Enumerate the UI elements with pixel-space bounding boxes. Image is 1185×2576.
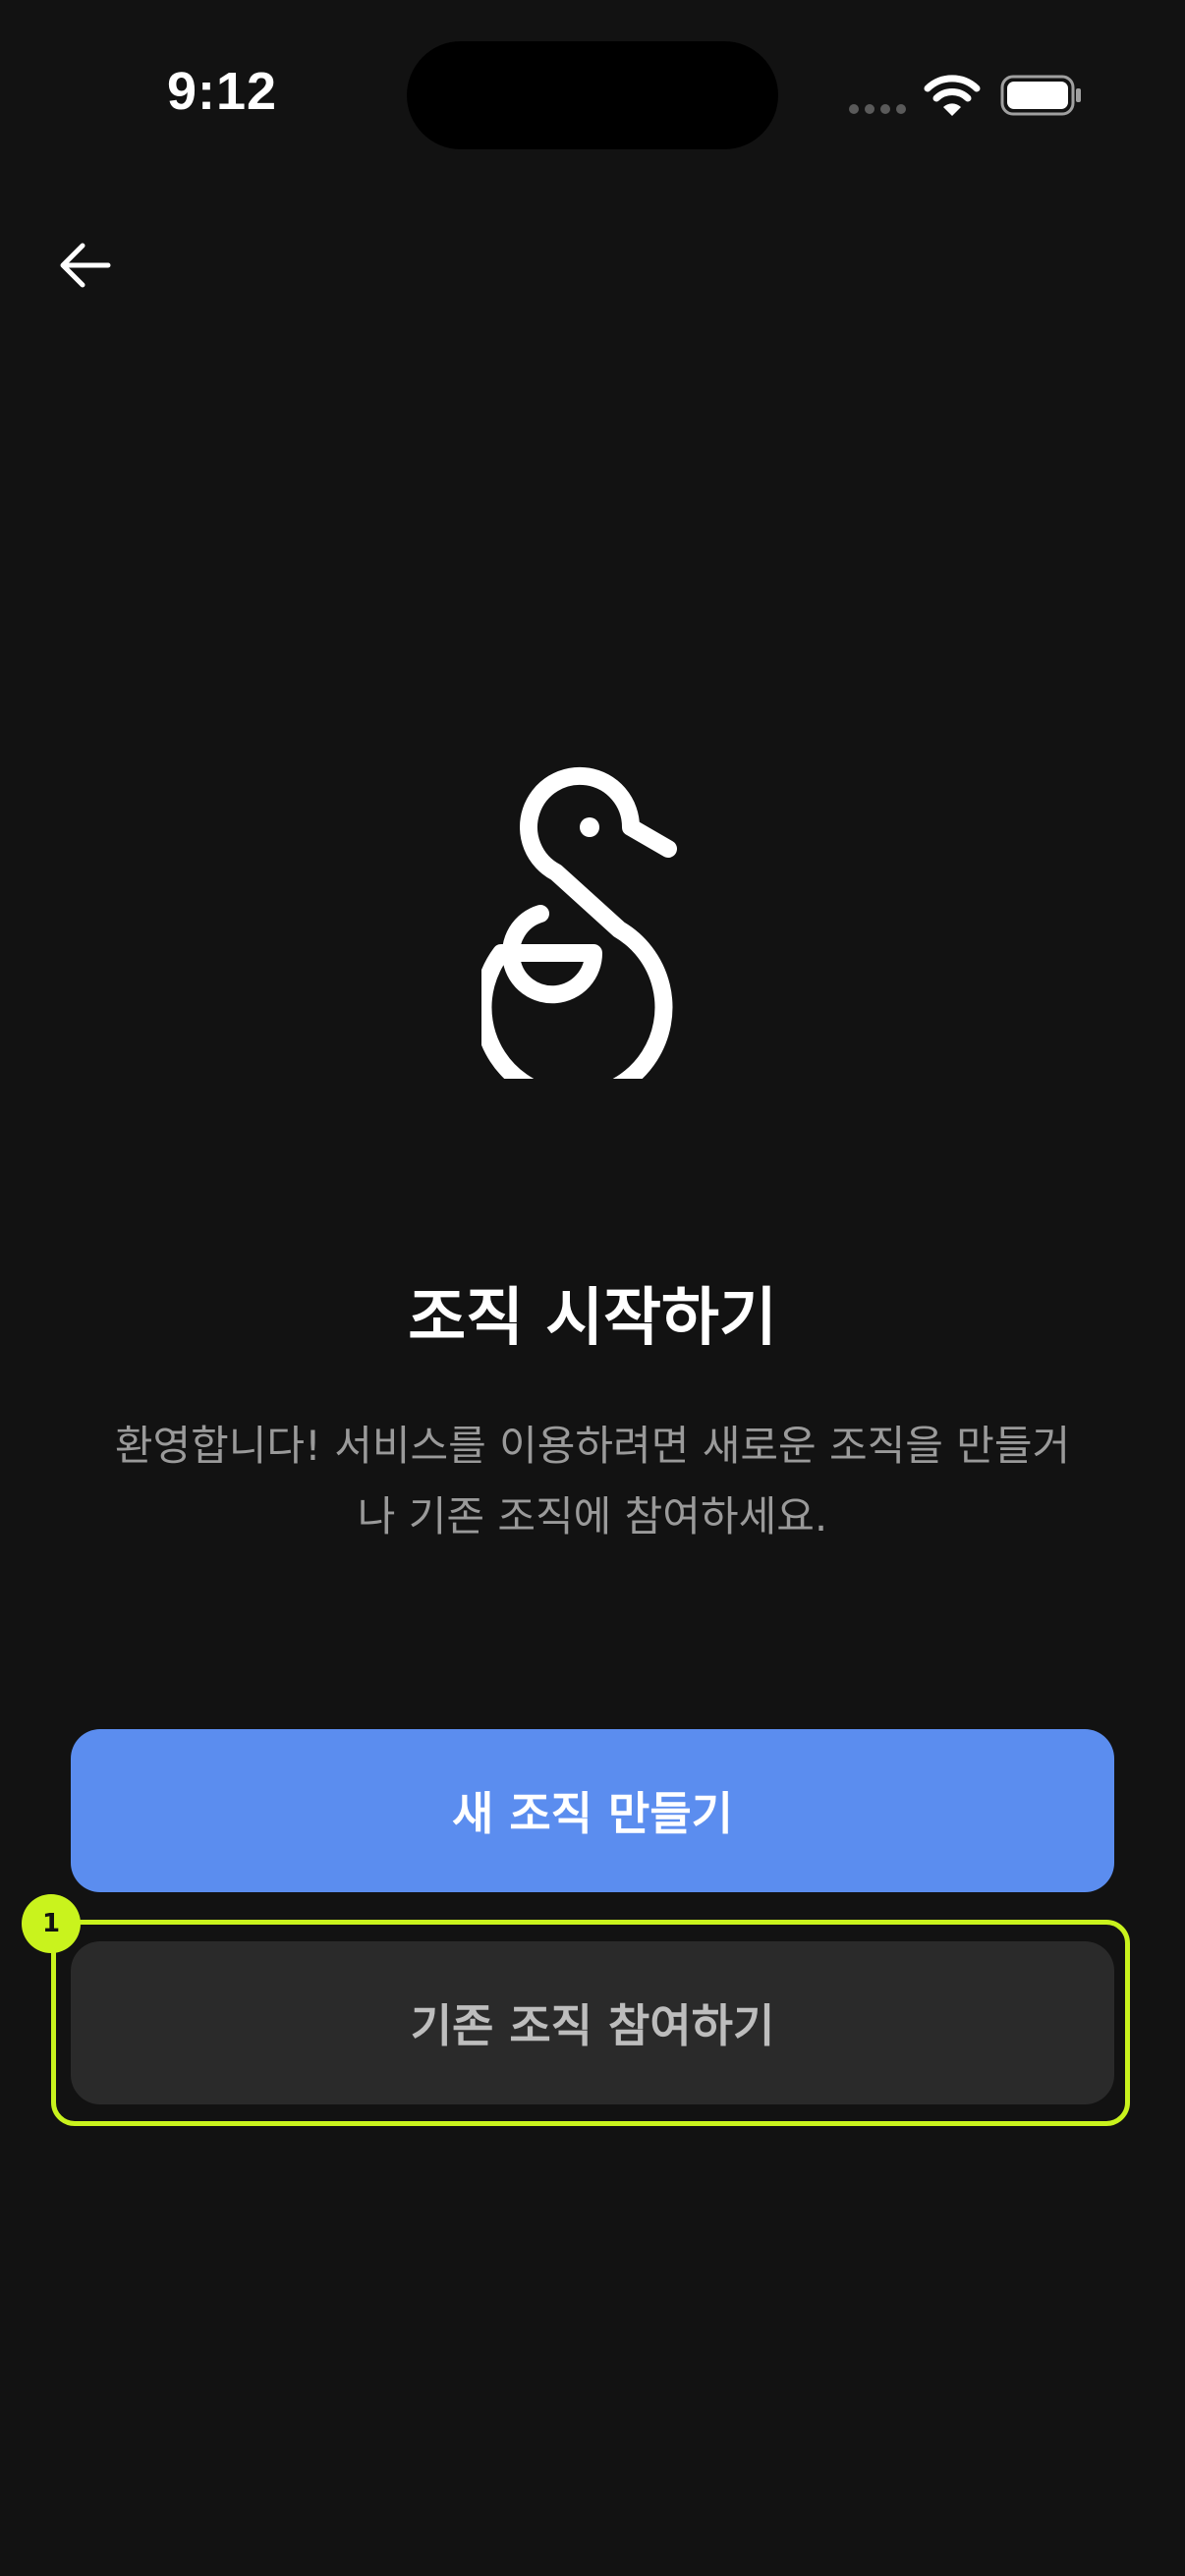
join-organization-button[interactable]: 기존 조직 참여하기	[71, 1941, 1114, 2104]
swan-logo-icon	[481, 766, 677, 1079]
subtitle-line-1: 환영합니다! 서비스를 이용하려면 새로운 조직을 만들거	[114, 1422, 1071, 1470]
back-button[interactable]	[47, 228, 122, 303]
dynamic-island	[407, 41, 778, 149]
page-subtitle: 환영합니다! 서비스를 이용하려면 새로운 조직을 만들거 나 기존 조직에 참…	[69, 1411, 1116, 1552]
create-organization-label: 새 조직 만들기	[452, 1787, 733, 1840]
cellular-signal-icon	[849, 104, 908, 116]
join-organization-label: 기존 조직 참여하기	[410, 1999, 775, 2052]
highlight-badge: 1	[22, 1894, 81, 1953]
page-title: 조직 시작하기	[408, 1282, 777, 1355]
battery-icon	[1000, 75, 1081, 116]
create-organization-button[interactable]: 새 조직 만들기	[71, 1729, 1114, 1892]
status-bar: 9:12	[0, 0, 1185, 196]
wifi-icon	[924, 75, 981, 116]
status-time: 9:12	[167, 62, 278, 121]
subtitle-line-2: 나 기존 조직에 참여하세요.	[357, 1492, 828, 1540]
arrow-left-icon	[60, 243, 111, 288]
